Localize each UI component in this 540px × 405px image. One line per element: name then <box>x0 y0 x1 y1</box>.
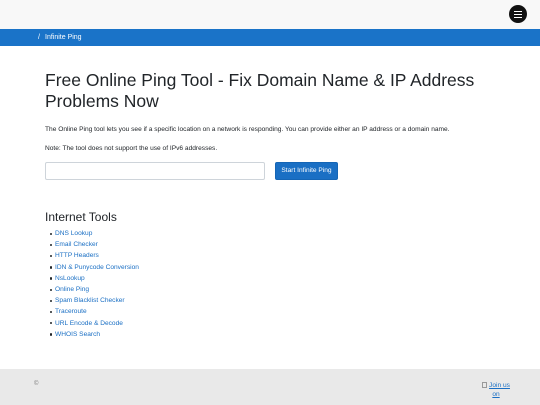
menu-hamburger-icon[interactable] <box>509 5 527 23</box>
list-item: Traceroute <box>45 306 345 317</box>
join-line-1: Join us <box>489 382 510 389</box>
list-item: HTTP Headers <box>45 250 345 261</box>
list-item: DNS Lookup <box>45 228 345 239</box>
breadcrumb-current[interactable]: Infinite Ping <box>45 29 82 46</box>
top-navbar <box>0 0 540 29</box>
tool-link-http-headers[interactable]: HTTP Headers <box>55 252 99 259</box>
internet-tools-section: Internet Tools DNS Lookup Email Checker … <box>45 210 345 340</box>
breadcrumb: / Infinite Ping <box>0 29 540 46</box>
list-item: NsLookup <box>45 273 345 284</box>
ipv6-note: Note: The tool does not support the use … <box>45 145 218 152</box>
host-input[interactable] <box>45 162 265 180</box>
start-infinite-ping-button[interactable]: Start Infinite Ping <box>275 162 338 180</box>
tool-link-traceroute[interactable]: Traceroute <box>55 308 87 315</box>
list-item: IDN & Punycode Conversion <box>45 262 345 273</box>
main-content: Free Online Ping Tool - Fix Domain Name … <box>45 70 495 338</box>
tool-link-spam-blacklist[interactable]: Spam Blacklist Checker <box>55 297 125 304</box>
join-us-link[interactable]: Join us on <box>476 381 516 399</box>
list-item: Spam Blacklist Checker <box>45 295 345 306</box>
internet-tools-heading: Internet Tools <box>45 210 117 224</box>
list-item: URL Encode & Decode <box>45 318 345 329</box>
tool-link-url-encode[interactable]: URL Encode & Decode <box>55 320 123 327</box>
broken-image-icon <box>482 382 488 388</box>
tool-link-nslookup[interactable]: NsLookup <box>55 275 85 282</box>
list-item: Email Checker <box>45 239 345 250</box>
tool-link-email-checker[interactable]: Email Checker <box>55 241 98 248</box>
tool-link-online-ping[interactable]: Online Ping <box>55 286 89 293</box>
breadcrumb-separator: / <box>38 34 40 41</box>
list-item: Online Ping <box>45 284 345 295</box>
tool-link-idn-punycode[interactable]: IDN & Punycode Conversion <box>55 264 139 271</box>
intro-text: The Online Ping tool lets you see if a s… <box>45 126 450 133</box>
list-item: WHOIS Search <box>45 329 345 340</box>
join-line-2: on <box>492 391 500 398</box>
footer: © Join us on <box>0 369 540 405</box>
tool-link-dns-lookup[interactable]: DNS Lookup <box>55 230 92 237</box>
tool-link-whois-search[interactable]: WHOIS Search <box>55 331 100 338</box>
ping-form: Start Infinite Ping <box>45 162 495 180</box>
tool-list: DNS Lookup Email Checker HTTP Headers ID… <box>45 228 345 340</box>
page-title: Free Online Ping Tool - Fix Domain Name … <box>45 70 475 111</box>
copyright-text: © <box>34 381 39 387</box>
